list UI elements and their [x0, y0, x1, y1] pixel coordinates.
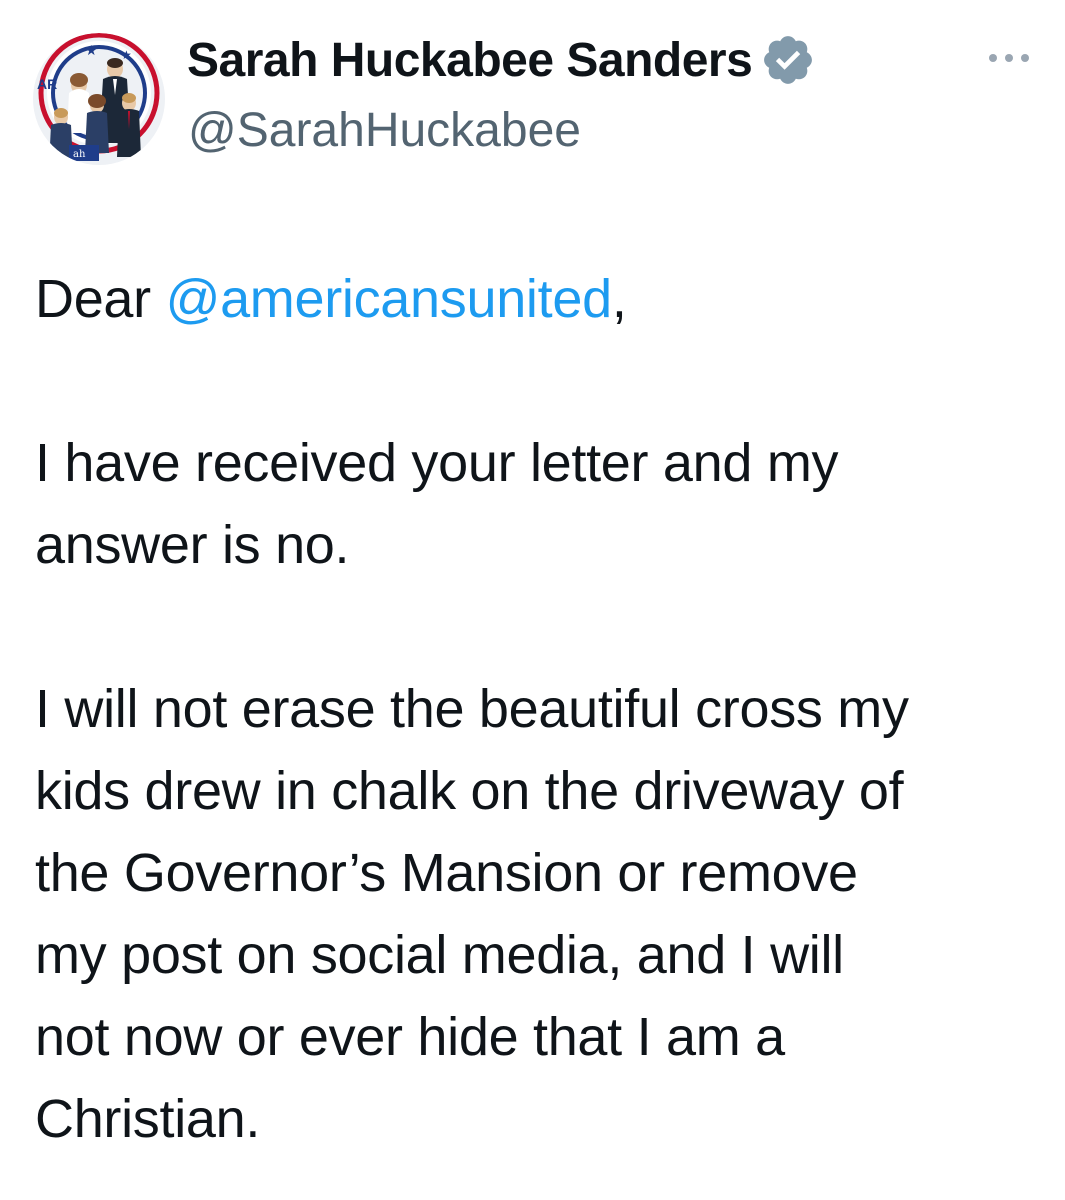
mention-link[interactable]: @americansunited — [166, 269, 613, 329]
paragraph-2: I have received your letter and my answe… — [35, 422, 1035, 586]
paragraph-3-line-4: my post on social media, and I will — [35, 925, 844, 985]
svg-text:★: ★ — [85, 43, 98, 59]
paragraph-3-line-3: the Governor’s Mansion or remove — [35, 843, 858, 903]
more-horizontal-icon[interactable] — [984, 43, 1034, 73]
paragraph-3-line-2: kids drew in chalk on the driveway of — [35, 761, 904, 821]
tweet-body: Dear @americansunited, I have received y… — [35, 258, 1035, 1160]
avatar-photo: ★ ★ AR ah — [33, 33, 165, 165]
tweet: ★ ★ AR ah Sarah Huckabee Sanders @SarahH… — [0, 0, 1065, 1200]
paragraph-3-line-5: not now or ever hide that I am a — [35, 1007, 785, 1067]
display-name[interactable]: Sarah Huckabee Sanders — [187, 33, 753, 88]
svg-text:★: ★ — [121, 48, 132, 62]
avatar[interactable]: ★ ★ AR ah — [33, 33, 165, 165]
paragraph-3-line-6: Christian. — [35, 1089, 261, 1149]
author-row: Sarah Huckabee Sanders — [187, 28, 816, 92]
salutation-prefix: Dear — [35, 269, 166, 329]
svg-text:ah: ah — [73, 149, 86, 160]
verified-badge-icon[interactable] — [760, 32, 816, 88]
paragraph-2-line-1: I have received your letter and my — [35, 433, 839, 493]
salutation: Dear @americansunited, — [35, 258, 1035, 340]
paragraph-3-line-1: I will not erase the beautiful cross my — [35, 679, 909, 739]
paragraph-3: I will not erase the beautiful cross my … — [35, 668, 1035, 1160]
salutation-suffix: , — [611, 269, 627, 329]
avatar-text: AR — [37, 76, 57, 92]
author-handle[interactable]: @SarahHuckabee — [188, 103, 581, 158]
paragraph-2-line-2: answer is no. — [35, 515, 350, 575]
